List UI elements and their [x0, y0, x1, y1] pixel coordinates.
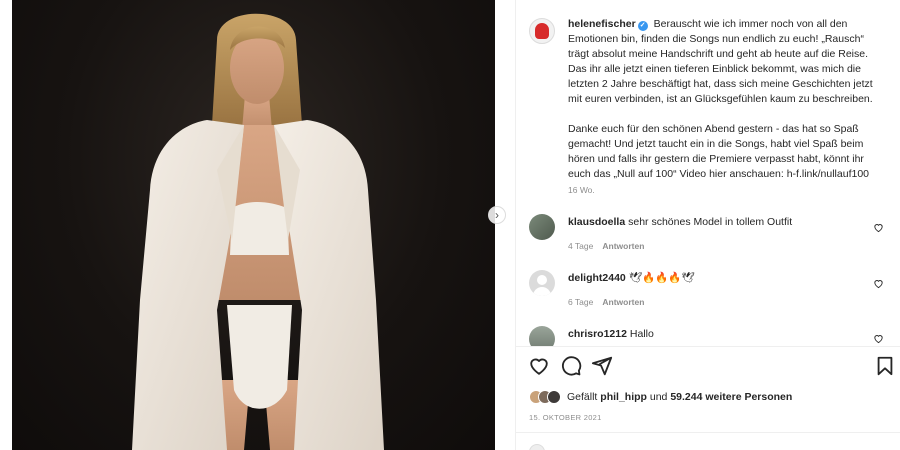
post-photo-illustration [132, 13, 384, 450]
likes-summary[interactable]: Gefällt phil_hipp und 59.244 weitere Per… [529, 388, 792, 406]
comment-text: chrisro1212 Hallo [568, 327, 882, 342]
caption: helenefischer ✓ Berauscht wie ich immer n… [529, 17, 890, 197]
comment-age: 6 Tage [568, 297, 594, 307]
owner-avatar[interactable] [529, 18, 555, 44]
reply-button[interactable]: Antworten [602, 297, 644, 307]
page-gutter [0, 0, 12, 450]
comment-item: chrisro1212 Hallo [529, 326, 890, 346]
comment-meta: 6 Tage Antworten [568, 297, 644, 307]
actions-divider [516, 346, 900, 347]
caption-paragraph-2: Danke euch für den schönen Abend gestern… [568, 123, 870, 180]
comment-text: klausdoella sehr schönes Model in tollem… [568, 215, 882, 230]
comment-input-divider [516, 432, 900, 433]
post-panel: helenefischer ✓ Berauscht wie ich immer n… [515, 0, 900, 450]
verified-badge-icon: ✓ [637, 21, 648, 31]
caption-paragraph-1-text: Berauscht wie ich immer noch von all den… [568, 18, 873, 105]
comment-body: 🕊🔥🔥🔥🕊 [628, 272, 695, 284]
commenter-avatar[interactable] [529, 270, 555, 296]
comment-body: sehr schönes Model in tollem Outfit [628, 216, 793, 228]
commenter-username[interactable]: chrisro1212 [568, 328, 627, 340]
caption-age: 16 Wo. [568, 185, 595, 195]
post-date: 15. OKTOBER 2021 [529, 413, 602, 422]
comment-body: Hallo [629, 328, 654, 340]
caption-text: helenefischer ✓ Berauscht wie ich immer n… [568, 17, 882, 182]
carousel-next-button[interactable]: › [488, 206, 506, 224]
like-comment-heart-icon[interactable] [873, 278, 884, 289]
commenter-avatar[interactable] [529, 214, 555, 240]
owner-username[interactable]: helenefischer [568, 18, 636, 30]
default-avatar-head [537, 275, 547, 285]
heart-icon[interactable] [528, 355, 550, 377]
post-image[interactable] [12, 0, 495, 450]
likes-others[interactable]: 59.244 weitere Personen [670, 391, 792, 403]
likes-prefix: Gefällt [567, 391, 598, 403]
owner-avatar-image [535, 23, 549, 39]
comment-meta: 4 Tage Antworten [568, 241, 644, 251]
caption-paragraph-1: helenefischer ✓ Berauscht wie ich immer n… [568, 17, 882, 107]
commenter-username[interactable]: klausdoella [568, 216, 625, 228]
default-avatar-body [533, 287, 551, 296]
comment-item: delight2440 🕊🔥🔥🔥🕊 6 Tage Antworten [529, 270, 890, 310]
like-comment-heart-icon[interactable] [873, 222, 884, 233]
current-user-avatar [529, 444, 545, 450]
commenter-avatar[interactable] [529, 326, 555, 346]
share-icon[interactable] [591, 355, 613, 377]
commenter-username[interactable]: delight2440 [568, 272, 626, 284]
liker-username[interactable]: phil_hipp [600, 391, 647, 403]
likes-connector: und [649, 391, 668, 403]
chevron-right-icon: › [495, 208, 499, 222]
liker-avatar [547, 390, 561, 404]
bookmark-icon[interactable] [874, 355, 896, 377]
comment-item: klausdoella sehr schönes Model in tollem… [529, 214, 890, 254]
comment-text: delight2440 🕊🔥🔥🔥🕊 [568, 271, 882, 286]
reply-button[interactable]: Antworten [602, 241, 644, 251]
like-comment-heart-icon[interactable] [873, 333, 884, 344]
comment-age: 4 Tage [568, 241, 594, 251]
comment-icon[interactable] [560, 355, 582, 377]
